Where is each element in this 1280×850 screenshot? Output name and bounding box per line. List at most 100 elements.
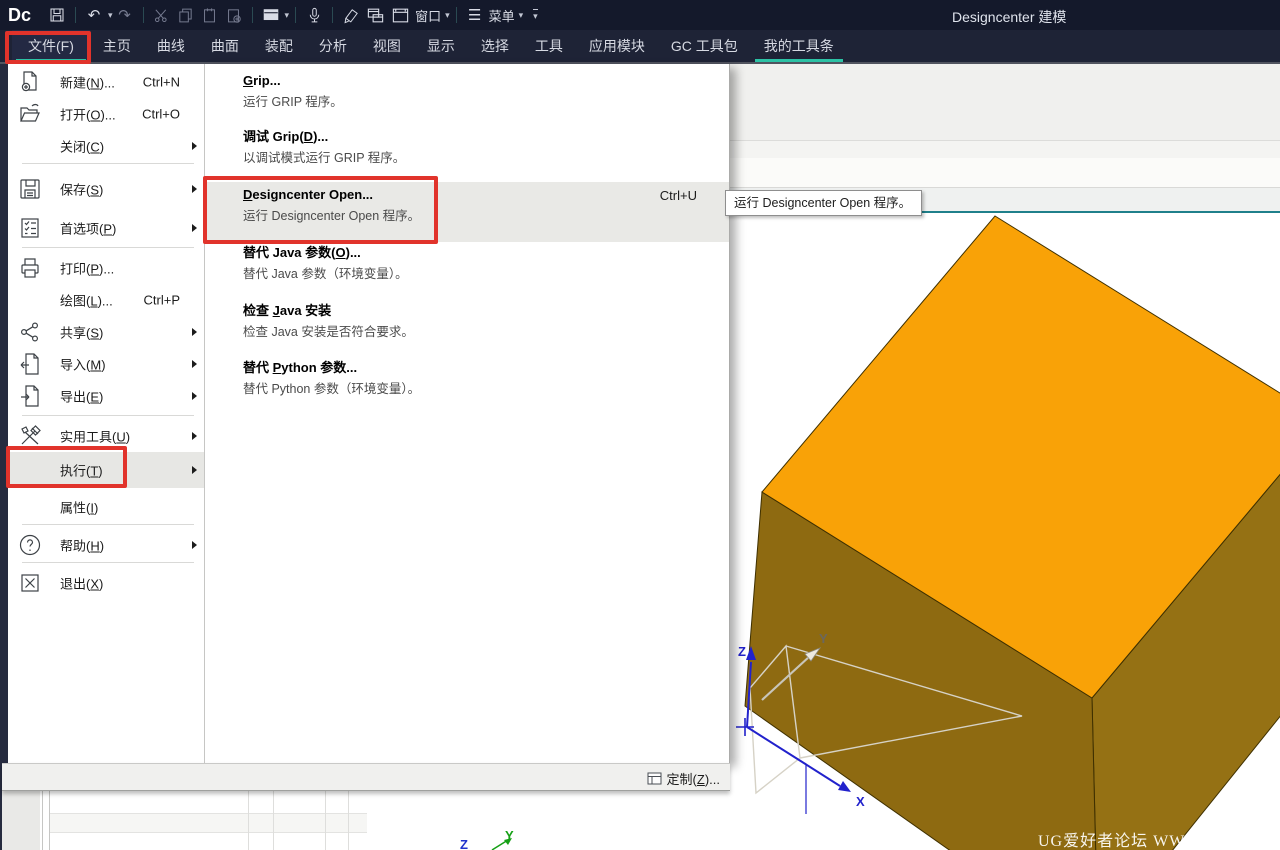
microphone-button[interactable]	[302, 2, 326, 28]
paste-special-button[interactable]	[222, 2, 246, 28]
tab-display[interactable]: 显示	[414, 30, 468, 62]
exit-icon	[18, 571, 42, 595]
tab-gc-toolkit[interactable]: GC 工具包	[658, 30, 751, 62]
menu-item-open[interactable]: 打开(O)... Ctrl+O	[8, 98, 204, 130]
shortcut: Ctrl+U	[659, 188, 697, 203]
window-caret-icon: ▾	[445, 9, 450, 20]
tab-curve[interactable]: 曲线	[144, 30, 198, 62]
menu-item-share[interactable]: 共享(S)	[8, 316, 204, 348]
tab-application-module[interactable]: 应用模块	[576, 30, 658, 62]
execute-submenu-panel: Grip... 运行 GRIP 程序。 调试 Grip(D)... 以调试模式运…	[205, 64, 730, 763]
submenu-item-grip[interactable]: Grip... 运行 GRIP 程序。	[205, 68, 729, 111]
menu-separator	[22, 415, 194, 416]
tab-tools[interactable]: 工具	[522, 30, 576, 62]
submenu-arrow-icon	[192, 392, 197, 400]
submenu-arrow-icon	[192, 185, 197, 193]
submenu-arrow-icon	[192, 541, 197, 549]
tab-assembly[interactable]: 装配	[252, 30, 306, 62]
shortcut: Ctrl+N	[142, 74, 180, 90]
touch-mode-button[interactable]	[339, 2, 363, 28]
menu-item-new[interactable]: 新建(N)... Ctrl+N	[8, 66, 204, 98]
menu-separator	[22, 247, 194, 248]
paste-icon	[204, 7, 216, 22]
item-description: 运行 GRIP 程序。	[243, 95, 343, 109]
divider	[295, 7, 297, 23]
undo-button[interactable]: ↶	[82, 2, 106, 28]
divider	[455, 7, 457, 23]
copy-button[interactable]	[174, 2, 198, 28]
submenu-arrow-icon	[192, 328, 197, 336]
item-description: 替代 Java 参数（环境变量）。	[243, 267, 408, 281]
menu-item-save[interactable]: 保存(S)	[8, 170, 204, 208]
display-style-button[interactable]	[259, 2, 283, 28]
copy-icon	[179, 8, 192, 22]
shortcut: Ctrl+O	[142, 106, 180, 122]
redo-button[interactable]: ↷	[113, 2, 137, 28]
share-icon	[18, 320, 42, 344]
window-edge	[0, 64, 8, 791]
z-axis-label: Z	[738, 644, 746, 659]
save-icon	[50, 8, 64, 22]
cut-button[interactable]	[150, 2, 174, 28]
new-window-button[interactable]	[388, 2, 413, 28]
item-description: 以调试模式运行 GRIP 程序。	[243, 151, 406, 165]
divider	[75, 7, 77, 23]
toolbar-band	[730, 141, 1280, 158]
submenu-item-debug-grip[interactable]: 调试 Grip(D)... 以调试模式运行 GRIP 程序。	[205, 124, 729, 167]
toolbar-overflow-button[interactable]: ▾	[533, 8, 538, 22]
annotation-box-execute	[6, 446, 127, 488]
background-table-area: Z Y	[2, 791, 737, 850]
mini-y-axis-arrow-icon	[491, 838, 512, 850]
paste-button[interactable]	[198, 2, 222, 28]
y-axis-label: Y	[819, 631, 828, 646]
menu-item-properties[interactable]: 属性(I)	[8, 491, 204, 523]
submenu-item-check-java[interactable]: 检查 Java 安装 检查 Java 安装是否符合要求。	[205, 298, 729, 341]
menu-item-print[interactable]: 打印(P)...	[8, 252, 204, 284]
graphics-viewport[interactable]: Z X Y	[730, 211, 1280, 850]
ribbon-empty-area	[730, 64, 1280, 141]
window-menu-button[interactable]: 窗口	[415, 6, 441, 25]
display-style-caret-icon[interactable]: ▾	[285, 10, 290, 21]
customize-button[interactable]: 定制(Z)...	[643, 767, 724, 790]
x-axis-label: X	[856, 794, 865, 809]
tab-home[interactable]: 主页	[90, 30, 144, 62]
application-window: Dc ↶ ▾ ↷ ▾ 窗口 ▾ ☰ 菜单 ▾ ▾ Designcenter 建模…	[0, 0, 1280, 850]
menu-item-export[interactable]: 导出(E)	[8, 380, 204, 412]
preferences-icon	[18, 216, 42, 240]
table-row	[50, 813, 367, 833]
hamburger-icon[interactable]: ☰	[463, 2, 487, 28]
save-button[interactable]	[45, 2, 69, 28]
tab-select[interactable]: 选择	[468, 30, 522, 62]
document-title: Designcenter 建模	[952, 9, 1067, 25]
menu-item-plot[interactable]: 绘图(L)... Ctrl+P	[8, 284, 204, 316]
menu-footer: 定制(Z)...	[2, 763, 730, 791]
open-folder-icon	[18, 102, 42, 126]
menu-item-exit[interactable]: 退出(X)	[8, 567, 204, 599]
app-logo: Dc	[8, 4, 32, 25]
forum-watermark: UG爱好者论坛 WWW.UGSNX.COM	[1038, 833, 1280, 850]
shortcut: Ctrl+P	[143, 292, 180, 308]
submenu-item-override-python[interactable]: 替代 Python 参数... 替代 Python 参数（环境变量）。	[205, 355, 729, 398]
tab-my-toolbar[interactable]: 我的工具条	[751, 30, 847, 62]
cascade-windows-button[interactable]	[363, 2, 388, 28]
tab-analysis[interactable]: 分析	[306, 30, 360, 62]
submenu-item-override-java[interactable]: 替代 Java 参数(O)... 替代 Java 参数（环境变量）。	[205, 240, 729, 283]
divider	[142, 7, 144, 23]
new-document-icon	[18, 70, 42, 94]
tab-surface[interactable]: 曲面	[198, 30, 252, 62]
cut-icon	[155, 9, 167, 22]
help-icon	[18, 533, 42, 557]
annotation-box-designcenter-open	[203, 176, 438, 244]
tab-view[interactable]: 视图	[360, 30, 414, 62]
title-bar: Dc ↶ ▾ ↷ ▾ 窗口 ▾ ☰ 菜单 ▾ ▾ Designcenter 建模	[0, 0, 1280, 30]
menu-item-help[interactable]: 帮助(H)	[8, 529, 204, 561]
paste-special-icon	[228, 8, 241, 23]
display-style-icon	[263, 9, 278, 21]
menu-item-import[interactable]: 导入(M)	[8, 348, 204, 380]
import-icon	[18, 352, 42, 376]
menu-item-preferences[interactable]: 首选项(P)	[8, 209, 204, 247]
menu-menu-button[interactable]: 菜单	[489, 6, 515, 25]
file-menu-panel: 新建(N)... Ctrl+N 打开(O)... Ctrl+O 关闭(C) 保存…	[8, 64, 205, 763]
menu-item-close[interactable]: 关闭(C)	[8, 130, 204, 162]
export-icon	[18, 384, 42, 408]
